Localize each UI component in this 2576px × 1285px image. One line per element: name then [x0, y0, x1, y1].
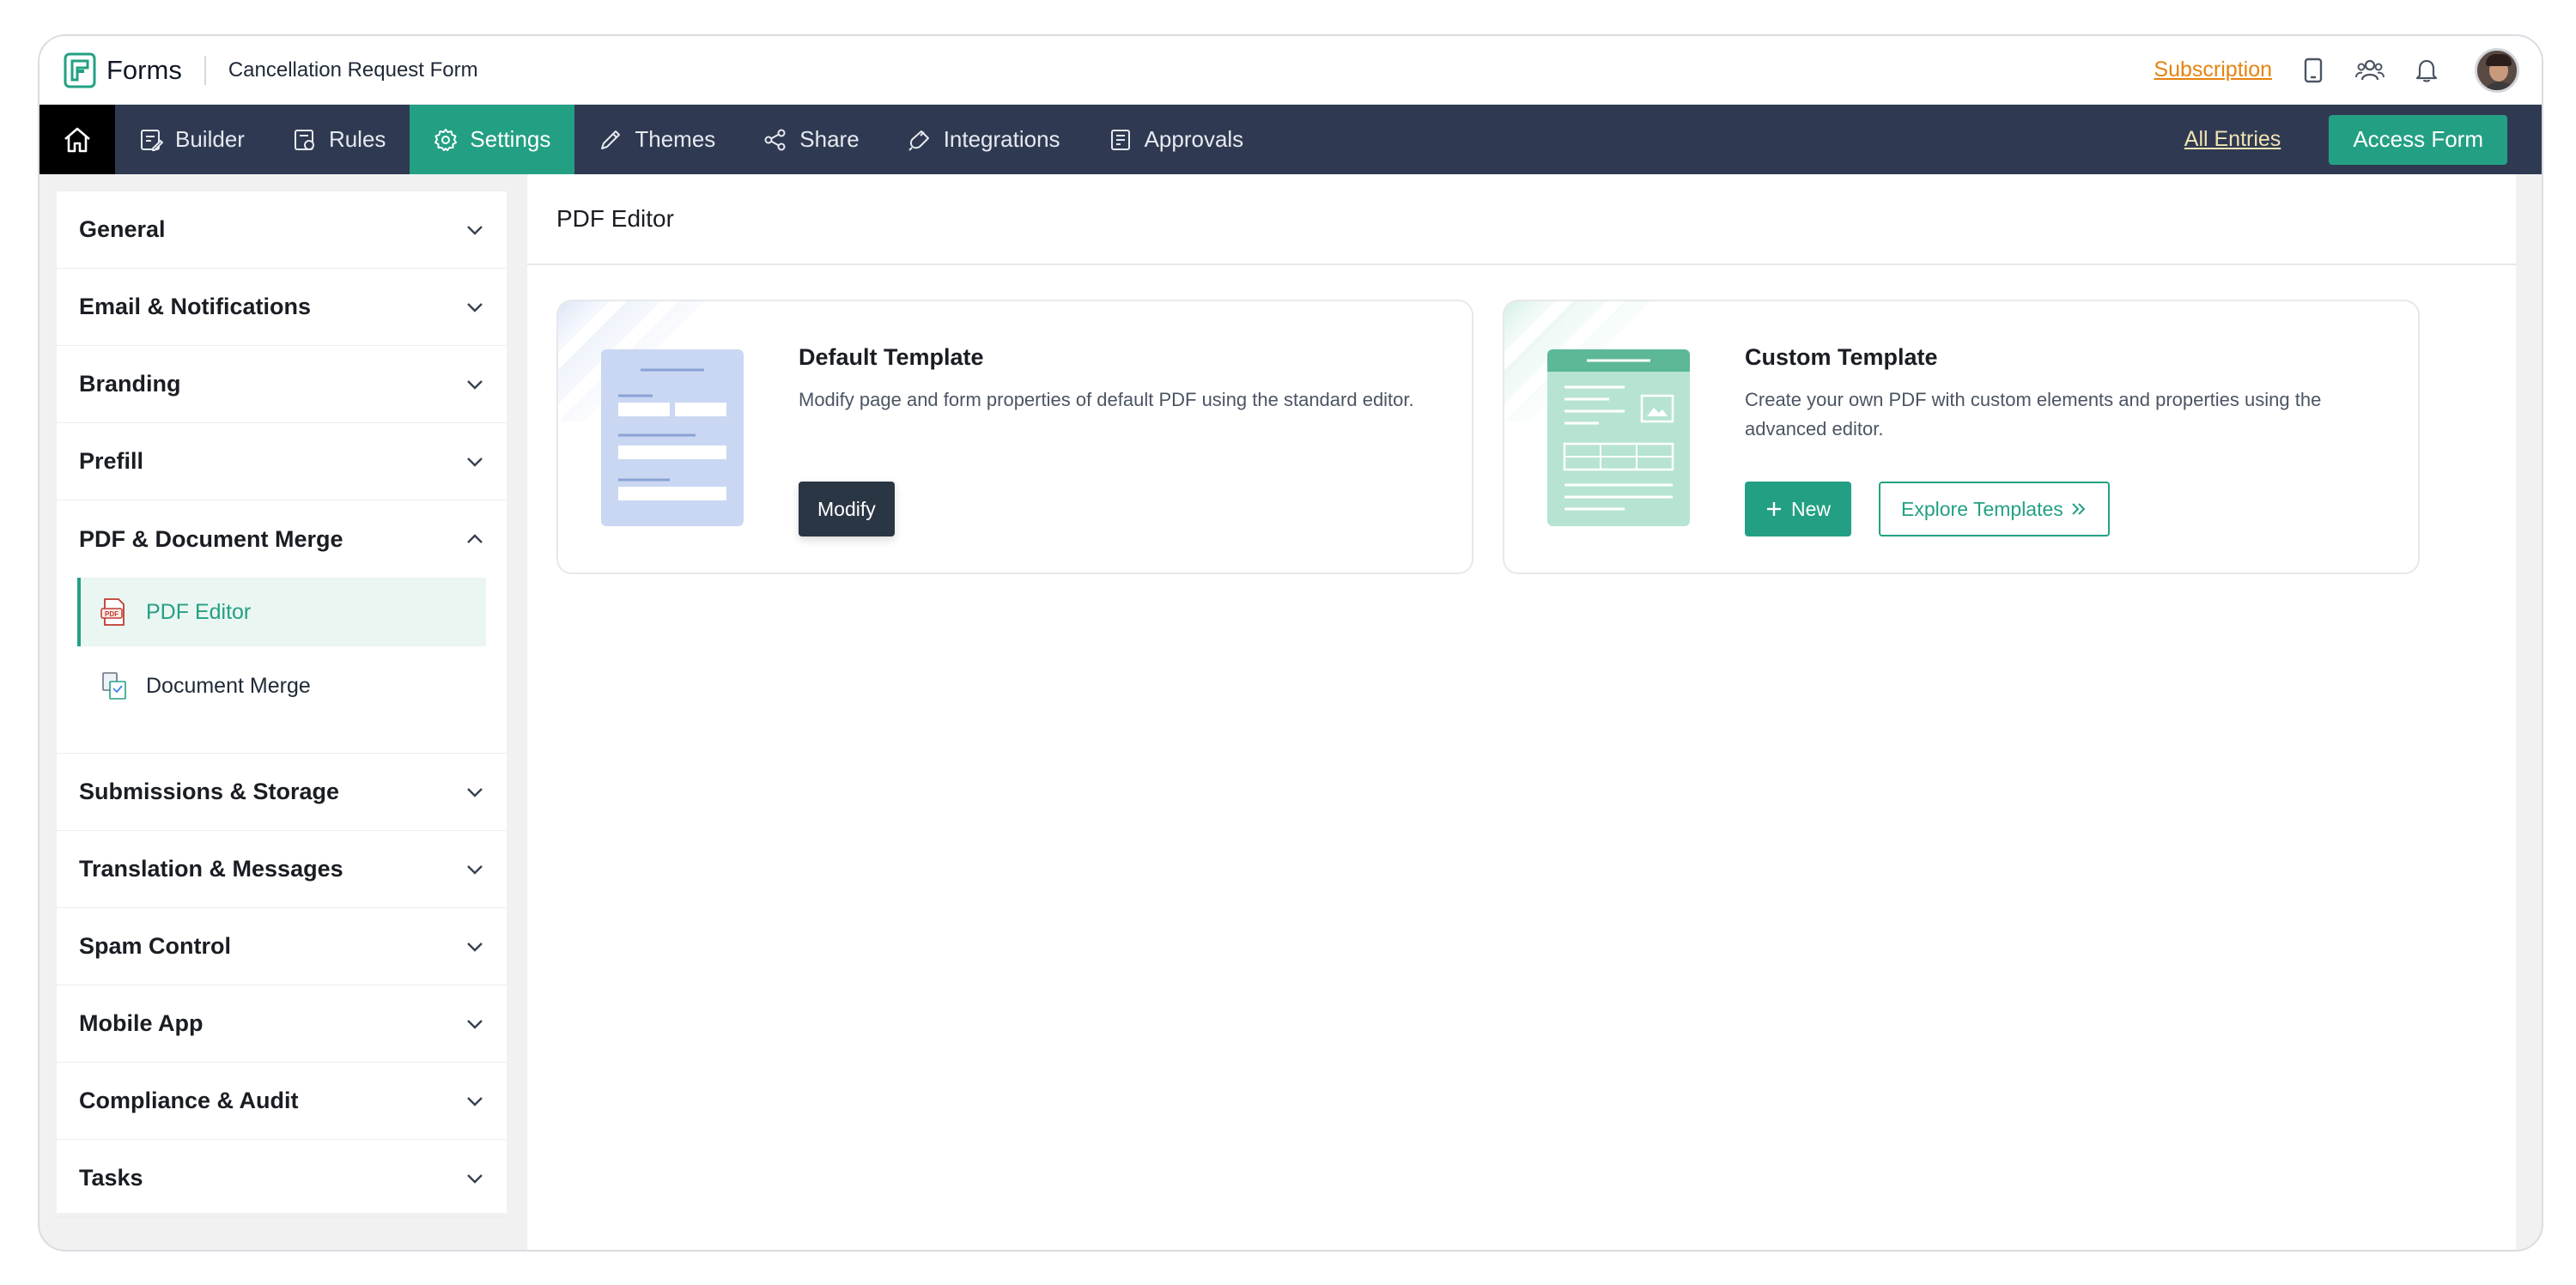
chevron-down-icon [467, 225, 483, 235]
section-general[interactable]: General [57, 191, 507, 269]
top-bar: Forms Cancellation Request Form Subscrip… [39, 36, 2542, 105]
section-label: PDF & Document Merge [79, 525, 343, 552]
custom-template-preview-icon [1547, 349, 1690, 526]
chevron-down-icon [467, 787, 483, 797]
tab-approvals[interactable]: Approvals [1084, 105, 1268, 174]
sidebar-item-document-merge[interactable]: Document Merge [77, 652, 486, 720]
builder-icon [141, 129, 163, 151]
section-prefill[interactable]: Prefill [57, 423, 507, 500]
section-translation-messages[interactable]: Translation & Messages [57, 831, 507, 908]
home-button[interactable] [39, 105, 115, 174]
main-nav: Builder Rules Settings Themes Share Inte… [39, 105, 2542, 174]
chevron-down-icon [467, 457, 483, 467]
tab-label: Rules [328, 126, 386, 152]
section-label: Branding [79, 371, 181, 397]
tab-label: Integrations [943, 126, 1060, 152]
tab-rules[interactable]: Rules [269, 105, 410, 174]
new-template-button[interactable]: New [1745, 482, 1852, 536]
share-icon [764, 129, 786, 150]
card-description: Modify page and form properties of defau… [799, 389, 1414, 410]
plug-icon [908, 130, 929, 151]
card-title: Custom Template [1745, 344, 1938, 370]
default-template-preview-icon [601, 349, 744, 526]
sidebar-item-label: Document Merge [146, 673, 311, 698]
page-title: PDF Editor [527, 174, 2519, 265]
section-label: Translation & Messages [79, 856, 343, 882]
divider [204, 55, 206, 85]
double-chevron-right-icon [2072, 503, 2086, 515]
gear-icon [434, 128, 458, 151]
card-description: Create your own PDF with custom elements… [1745, 389, 2322, 439]
default-template-card: Default Template Modify page and form pr… [556, 300, 1473, 574]
document-merge-icon [102, 672, 126, 700]
plus-icon [1767, 502, 1781, 516]
page-gutter [2516, 174, 2542, 1250]
sidebar-item-pdf-editor[interactable]: PDF PDF Editor [77, 578, 486, 646]
section-submissions-storage[interactable]: Submissions & Storage [57, 754, 507, 831]
main-content: PDF Editor Default Template Modify page … [527, 174, 2519, 1250]
section-email-notifications[interactable]: Email & Notifications [57, 269, 507, 346]
section-compliance-audit[interactable]: Compliance & Audit [57, 1063, 507, 1140]
section-branding[interactable]: Branding [57, 346, 507, 423]
tab-label: Share [799, 126, 860, 152]
app-name: Forms [106, 54, 182, 85]
all-entries-link[interactable]: All Entries [2184, 127, 2281, 152]
section-label: Submissions & Storage [79, 779, 340, 804]
chevron-down-icon [467, 864, 483, 875]
app-logo[interactable]: Forms [64, 52, 182, 88]
section-label: Prefill [79, 448, 144, 474]
tab-builder[interactable]: Builder [115, 105, 269, 174]
forms-logo-icon [64, 52, 96, 88]
pdf-icon: PDF [100, 598, 125, 626]
approvals-icon [1110, 129, 1130, 150]
section-label: Spam Control [79, 933, 232, 959]
section-spam-control[interactable]: Spam Control [57, 908, 507, 985]
home-icon [64, 127, 90, 152]
chevron-up-icon [467, 534, 483, 543]
tab-label: Themes [635, 126, 716, 152]
chevron-down-icon [467, 1019, 483, 1029]
section-label: Mobile App [79, 1010, 204, 1036]
button-label: New [1791, 497, 1832, 520]
explore-templates-button[interactable]: Explore Templates [1879, 482, 2110, 536]
tab-integrations[interactable]: Integrations [884, 105, 1084, 174]
button-label: Explore Templates [1901, 497, 2063, 520]
svg-text:PDF: PDF [105, 610, 118, 618]
section-label: General [79, 216, 166, 242]
section-label: Compliance & Audit [79, 1088, 299, 1113]
tab-themes[interactable]: Themes [574, 105, 739, 174]
chevron-down-icon [467, 302, 483, 312]
section-mobile-app[interactable]: Mobile App [57, 985, 507, 1063]
settings-sidebar: General Email & Notifications Branding P… [57, 191, 507, 1217]
section-label: Email & Notifications [79, 294, 312, 319]
rules-icon [294, 129, 314, 150]
pdf-document-merge-items: PDF PDF Editor Document Merge [57, 578, 507, 754]
custom-template-card: Custom Template Create your own PDF with… [1503, 300, 2420, 574]
user-avatar[interactable] [2475, 47, 2519, 93]
tab-label: Settings [470, 126, 551, 152]
chevron-down-icon [467, 1173, 483, 1184]
tab-label: Builder [175, 126, 245, 152]
users-icon[interactable] [2354, 55, 2385, 86]
chevron-down-icon [467, 1096, 483, 1106]
access-form-button[interactable]: Access Form [2329, 114, 2507, 165]
brush-icon [601, 130, 621, 149]
tab-label: Approvals [1144, 126, 1244, 152]
card-title: Default Template [799, 344, 984, 370]
section-label: Tasks [79, 1165, 143, 1191]
subscription-link[interactable]: Subscription [2154, 58, 2272, 82]
bell-icon[interactable] [2411, 55, 2442, 86]
section-tasks[interactable]: Tasks [57, 1140, 507, 1217]
chevron-down-icon [467, 942, 483, 952]
section-pdf-document-merge[interactable]: PDF & Document Merge [57, 500, 507, 578]
tab-settings[interactable]: Settings [410, 105, 575, 174]
mobile-preview-icon[interactable] [2298, 55, 2329, 86]
tab-share[interactable]: Share [739, 105, 883, 174]
modify-button[interactable]: Modify [799, 482, 895, 536]
form-name: Cancellation Request Form [228, 58, 478, 82]
app-window: Forms Cancellation Request Form Subscrip… [38, 34, 2543, 1252]
sidebar-item-label: PDF Editor [146, 599, 252, 624]
chevron-down-icon [467, 379, 483, 390]
